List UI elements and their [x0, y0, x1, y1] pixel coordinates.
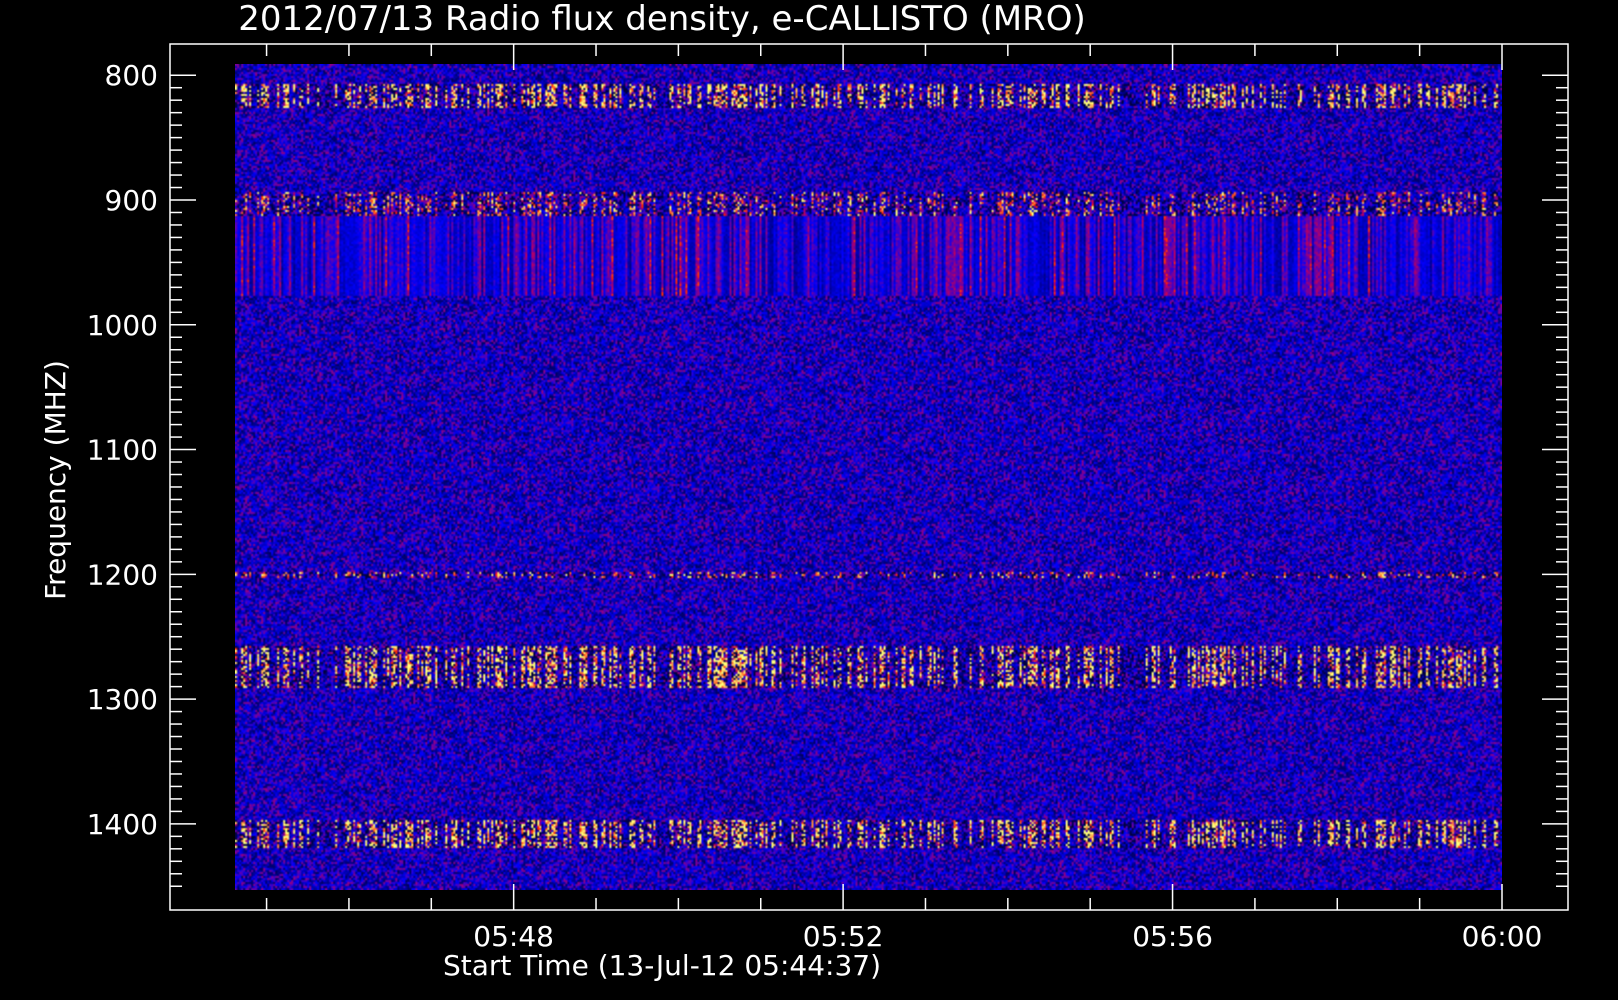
chart-title: 2012/07/13 Radio flux density, e-CALLIST… — [238, 0, 1086, 39]
y-axis-label: Frequency (MHZ) — [39, 360, 72, 600]
y-tick-label: 1400 — [87, 808, 158, 841]
chart-axes: 80090010001100120013001400 05:48 05:52 05:… — [39, 0, 1569, 982]
y-tick-label: 800 — [105, 59, 158, 92]
x-tick-label: 06:00 — [1462, 920, 1543, 953]
y-axis-tick-labels: 800 900 1000 1100 1200 1300 1400 — [87, 59, 158, 841]
y-tick-label: 1200 — [87, 558, 158, 591]
x-axis-ticks — [265, 44, 1503, 910]
spectrogram-figure: 800 900 1000 1100 1200 1300 1400 05:48 05:52 05:… — [0, 0, 1618, 1000]
y-axis-ticks — [170, 74, 1568, 888]
y-tick-label: 1100 — [87, 434, 158, 467]
y-tick-label: 900 — [105, 184, 158, 217]
x-tick-label: 05:56 — [1132, 920, 1213, 953]
y-tick-label: 1000 — [87, 309, 158, 342]
y-tick-label: 1300 — [87, 683, 158, 716]
plot-frame — [169, 43, 1569, 911]
x-axis-label: Start Time (13-Jul-12 05:44:37) — [443, 949, 881, 982]
